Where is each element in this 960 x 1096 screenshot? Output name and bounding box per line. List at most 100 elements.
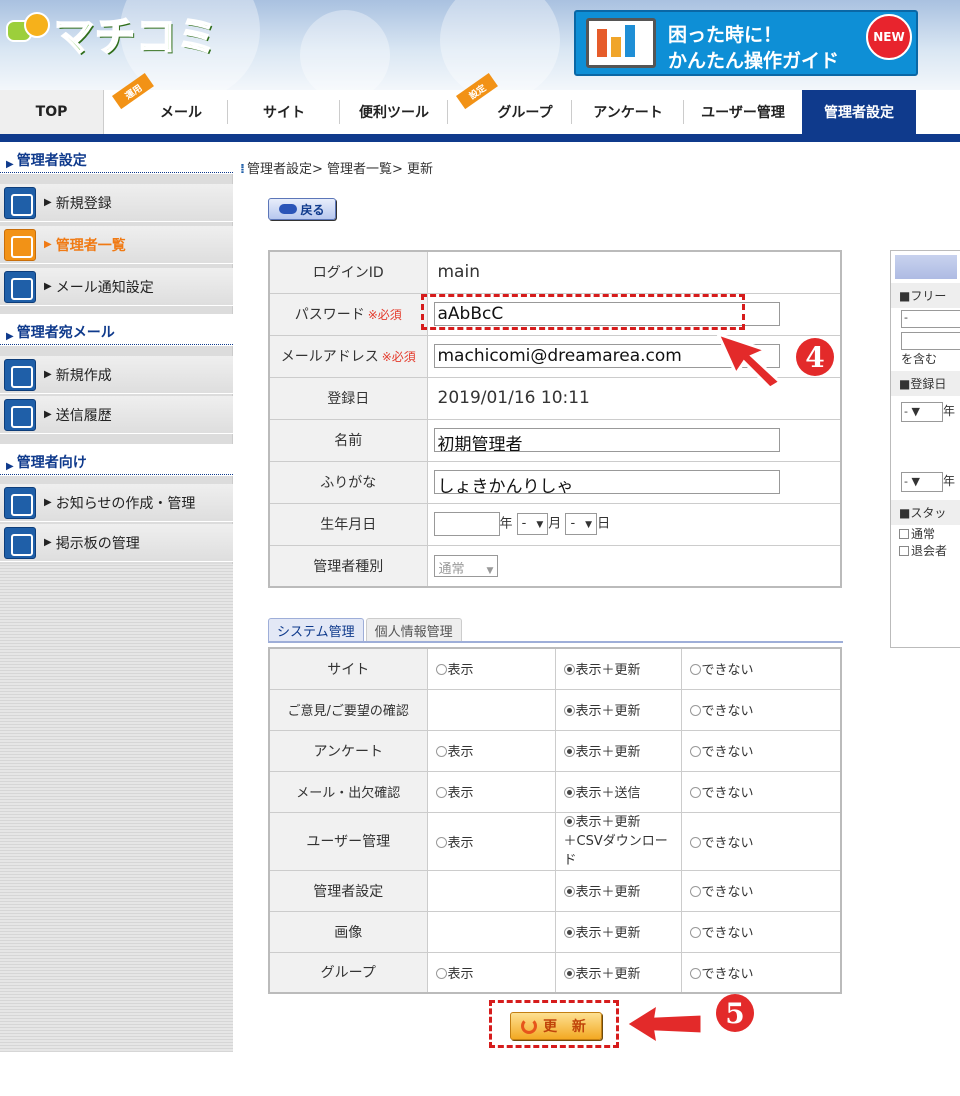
reg-date-to-year-select[interactable]: - ▼ xyxy=(901,472,943,492)
reg-date-from-year-select[interactable]: - ▼ xyxy=(901,402,943,422)
radio-none[interactable] xyxy=(689,664,701,676)
radio-label: 表示＋更新 xyxy=(575,814,641,830)
radio-view-update[interactable] xyxy=(563,886,575,897)
nav-tab-survey[interactable]: アンケート xyxy=(572,90,684,134)
status-option-withdrawn[interactable]: 退会者 xyxy=(891,542,960,559)
sidebar-item-admin-list[interactable]: ▶ 管理者一覧 xyxy=(0,226,233,264)
name-cell: 初期管理者 xyxy=(426,418,842,462)
nav-tab-mail[interactable]: 運用 メール xyxy=(104,73,228,134)
nav-tab-label: サイト xyxy=(263,105,305,121)
sidebar-item-new-registration[interactable]: ▶ 新規登録 xyxy=(0,184,233,222)
status-option-normal[interactable]: 通常 xyxy=(891,525,960,542)
free-word-input[interactable] xyxy=(901,332,960,350)
sidebar-section-admin-mail: ▶ 管理者宛メール xyxy=(0,314,233,346)
checkbox[interactable] xyxy=(899,529,909,539)
radio-view-update[interactable] xyxy=(563,664,575,676)
birthday-label: 生年月日 xyxy=(268,502,428,546)
sidebar-item-label: 管理者一覧 xyxy=(55,237,126,254)
day-value: - xyxy=(570,516,576,531)
radio-view-update[interactable] xyxy=(563,746,575,757)
birth-month-select[interactable]: - ▼ xyxy=(516,513,549,535)
bulletin-board-icon xyxy=(4,526,36,559)
tab-personal-info-management[interactable]: 個人情報管理 xyxy=(365,618,462,642)
site-logo[interactable]: マチコミ xyxy=(6,10,218,61)
day-unit: 日 xyxy=(597,516,611,532)
radio-label: 表示 xyxy=(447,835,474,851)
radio-view[interactable] xyxy=(435,664,447,676)
radio-label: 表示＋更新 xyxy=(575,885,641,900)
perm-label: ご意見/ご要望の確認 xyxy=(268,688,428,731)
radio-none[interactable] xyxy=(689,746,701,757)
perm-row: メール・出欠確認 表示 表示＋送信 できない xyxy=(268,770,842,813)
dropdown-arrow-icon: ▼ xyxy=(486,565,494,576)
header-bokeh xyxy=(300,10,390,90)
sidebar-item-sent-history[interactable]: ▶ 送信履歴 xyxy=(0,396,233,434)
mail-notification-icon xyxy=(4,270,36,303)
nav-tab-user-admin[interactable]: ユーザー管理 xyxy=(684,90,802,134)
radio-view-update[interactable] xyxy=(563,927,575,938)
nav-tab-admin-settings[interactable]: 管理者設定 xyxy=(802,90,916,134)
radio-none[interactable] xyxy=(689,967,701,979)
sidebar-item-notices[interactable]: ▶ お知らせの作成・管理 xyxy=(0,484,233,522)
contains-label: を含む xyxy=(901,352,938,366)
radio-view[interactable] xyxy=(435,787,447,798)
sidebar-item-bulletin-board[interactable]: ▶ 掲示板の管理 xyxy=(0,524,233,562)
nav-tab-group[interactable]: 設定 グループ xyxy=(448,73,572,134)
radio-view-send[interactable] xyxy=(563,787,575,798)
login-id-value: main xyxy=(426,250,842,294)
radio-none[interactable] xyxy=(689,705,701,716)
tab-system-management[interactable]: システム管理 xyxy=(268,618,364,642)
radio-none[interactable] xyxy=(689,886,701,897)
nav-tab-site[interactable]: サイト xyxy=(228,90,340,134)
password-label-cell: パスワード ※必須 xyxy=(268,292,428,336)
radio-view-update-csv[interactable] xyxy=(563,815,575,827)
radio-none[interactable] xyxy=(689,787,701,798)
breadcrumb: ⁞ 管理者設定> 管理者一覧> 更新 xyxy=(240,162,434,177)
radio-view-update[interactable] xyxy=(563,967,575,979)
sidebar-item-compose[interactable]: ▶ 新規作成 xyxy=(0,356,233,394)
nav-tab-tools[interactable]: 便利ツール xyxy=(340,90,448,134)
radio-none[interactable] xyxy=(689,927,701,938)
login-id-label: ログインID xyxy=(268,250,428,294)
radio-view[interactable] xyxy=(435,967,447,979)
admin-type-select[interactable]: 通常 ▼ xyxy=(433,554,499,577)
registered-label: 登録日 xyxy=(268,376,428,420)
nav-tab-label: ユーザー管理 xyxy=(701,105,785,121)
form-row-furigana: ふりがな しょきかんりしゃ xyxy=(268,460,842,504)
radio-view[interactable] xyxy=(435,746,447,757)
dropdown-arrow-icon: ▼ xyxy=(536,520,544,530)
admin-type-label: 管理者種別 xyxy=(268,544,428,588)
dropdown-arrow-icon: ▼ xyxy=(585,520,593,530)
year-unit: 年 xyxy=(943,404,956,418)
sidebar-item-mail-notification[interactable]: ▶ メール通知設定 xyxy=(0,268,233,306)
sidebar-section-admin-settings: ▶ 管理者設定 xyxy=(0,142,233,174)
nav-tab-top[interactable]: TOP xyxy=(0,90,104,134)
radio-view-update[interactable] xyxy=(563,705,575,716)
perm-label: グループ xyxy=(268,951,428,994)
year-unit: 年 xyxy=(499,516,513,532)
name-label: 名前 xyxy=(268,418,428,462)
radio-view[interactable] xyxy=(435,836,447,848)
nav-tab-label: アンケート xyxy=(593,105,663,121)
month-unit: 月 xyxy=(548,516,562,532)
name-input[interactable]: 初期管理者 xyxy=(433,428,780,452)
free-word-field[interactable]: - xyxy=(901,310,960,328)
status-label: ■スタッ xyxy=(891,500,960,525)
sidebar: ▶ 管理者設定 ▶ 新規登録 ▶ 管理者一覧 ▶ メール通知設定 ▶ 管理者宛メール ▶ 新… xyxy=(0,142,233,1052)
notice-icon xyxy=(4,486,36,519)
radio-label: 表示 xyxy=(447,786,474,801)
birth-year-input[interactable] xyxy=(433,512,500,536)
radio-label: できない xyxy=(701,835,754,851)
radio-label: 表示＋更新 xyxy=(575,663,641,679)
select-value: - xyxy=(904,405,908,418)
back-button[interactable]: 戻る xyxy=(268,198,336,220)
main-nav: TOP 運用 メール サイト 便利ツール 設定 グループ アンケート ユーザー管… xyxy=(0,73,960,134)
birth-day-select[interactable]: - ▼ xyxy=(565,513,598,535)
required-mark: ※必須 xyxy=(381,350,416,364)
checkbox[interactable] xyxy=(899,546,909,556)
furigana-input[interactable]: しょきかんりしゃ xyxy=(433,470,780,494)
radio-label: 表示＋更新 xyxy=(575,966,641,982)
radio-none[interactable] xyxy=(689,836,701,848)
guide-banner[interactable]: 困った時に！ かんたん操作ガイド NEW xyxy=(574,10,918,76)
sidebar-item-label: お知らせの作成・管理 xyxy=(55,495,196,512)
